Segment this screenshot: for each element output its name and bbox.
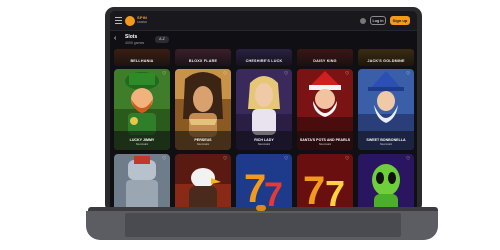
game-provider: Novomatic [318,143,332,146]
game-tile-label: BELLHANIA [130,59,154,63]
favorite-heart-icon[interactable]: ♡ [345,157,350,162]
game-provider: Novomatic [257,143,271,146]
game-card-rich-lady[interactable]: ♡ RICH LADY Novomatic [236,69,292,150]
signup-button[interactable]: Sign up [390,16,410,25]
user-icon[interactable] [360,18,366,24]
game-provider: Novomatic [135,143,149,146]
game-tile-label: BLOXX FLARE [188,59,218,63]
game-card-lucky-jimmy[interactable]: ♡ LUCKY JIMMY Novomatic [114,69,170,150]
app-screen: SPIN CASINO Log in Sign up ‹ Slots 4000 … [110,11,417,210]
favorite-heart-icon[interactable]: ♡ [162,157,167,162]
game-name: SWEET BONBONELLA [366,138,406,142]
game-card-knight[interactable]: ♡ [114,154,170,210]
game-strip-top: BELLHANIA BLOXX FLARE CHESHIRE'S LUCK DA… [114,49,414,66]
favorite-heart-icon[interactable]: ♡ [223,157,228,162]
favorite-heart-icon[interactable]: ♡ [162,72,167,77]
logo-text: SPIN [137,15,148,20]
favorite-heart-icon[interactable]: ♡ [284,157,289,162]
logo-mark-icon [125,16,135,26]
game-card-sevens-2[interactable]: 7 7 ♡ [297,154,353,210]
game-artwork [175,154,231,210]
game-tile-label: DAISY KING [313,59,337,63]
favorite-heart-icon[interactable]: ♡ [406,157,411,162]
laptop-mockup: SPIN CASINO Log in Sign up ‹ Slots 4000 … [0,0,500,250]
game-provider: Novomatic [379,143,393,146]
laptop-keyboard [125,213,401,237]
game-name: LUCKY JIMMY [129,138,155,142]
favorite-heart-icon[interactable]: ♡ [345,72,350,77]
top-navigation-bar: SPIN CASINO Log in Sign up [110,11,417,31]
game-artwork: 7 7 [297,154,353,210]
favorite-heart-icon[interactable]: ♡ [284,72,289,77]
favorite-heart-icon[interactable]: ♡ [406,72,411,77]
game-tile-label: CHESHIRE'S LUCK [245,59,283,63]
game-card-santas-pots[interactable]: ♡ SANTA'S POTS AND PEARLS Novomatic [297,69,353,150]
game-tile-cheshires-luck[interactable]: CHESHIRE'S LUCK [236,49,292,66]
game-card-perseus[interactable]: ♡ PERSEUS Novomatic [175,69,231,150]
game-name: PERSEUS [194,138,212,142]
game-tile-daisy-king[interactable]: DAISY KING [297,49,353,66]
game-name: RICH LADY [254,138,274,142]
svg-text:7: 7 [264,176,283,210]
game-tile-label: JACK'S GOLDMINE [367,59,405,63]
game-tile-bloxx-flare[interactable]: BLOXX FLARE [175,49,231,66]
page-title: Slots [125,34,138,40]
game-provider: Novomatic [196,143,210,146]
game-artwork [114,154,170,210]
login-button[interactable]: Log in [370,16,386,25]
game-card-sweet-bonbonella[interactable]: ♡ SWEET BONBONELLA Novomatic [358,69,414,150]
game-card-sevens-1[interactable]: 7 7 ♡ [236,154,292,210]
game-artwork [358,154,414,210]
favorite-heart-icon[interactable]: ♡ [223,72,228,77]
back-arrow-icon[interactable]: ‹ [114,35,122,43]
page-subtitle: 4000 games [125,41,145,45]
game-card-eagle[interactable]: ♡ [175,154,231,210]
laptop-notch [256,205,266,211]
svg-text:7: 7 [244,167,266,210]
brand-logo[interactable]: SPIN CASINO [125,15,165,28]
game-artwork: 7 7 [236,154,292,210]
hamburger-menu-icon[interactable] [115,17,122,24]
game-tile-jacks-goldmine[interactable]: JACK'S GOLDMINE [358,49,414,66]
svg-text:7: 7 [303,169,325,210]
logo-subtext: CASINO [137,21,147,24]
svg-text:7: 7 [325,173,345,210]
game-tile-bellhania[interactable]: BELLHANIA [114,49,170,66]
sort-badge[interactable]: A-Z [155,36,169,43]
game-name: SANTA'S POTS AND PEARLS [299,138,351,142]
game-card-alien[interactable]: ♡ [358,154,414,210]
